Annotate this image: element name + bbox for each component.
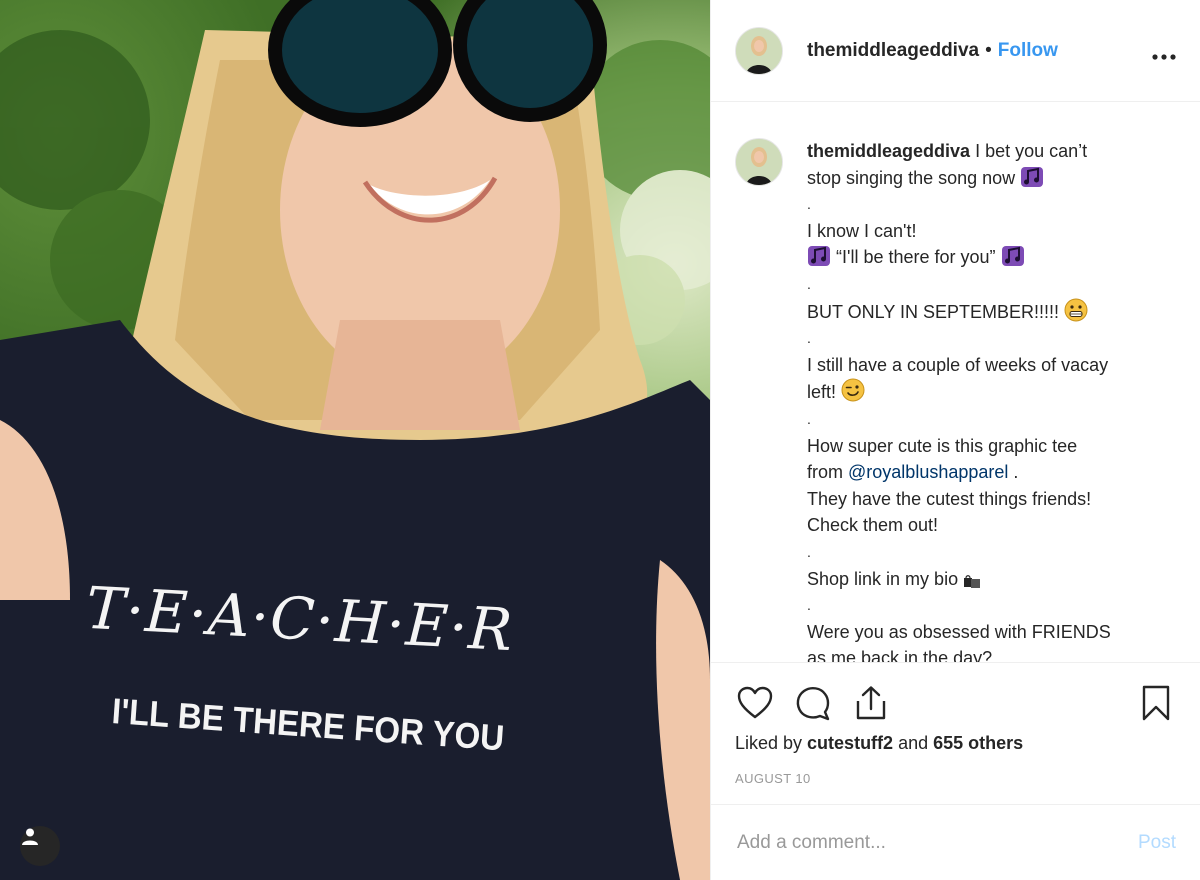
user-icon — [22, 828, 38, 845]
likes-count-link[interactable]: 655 others — [933, 733, 1023, 753]
follow-button[interactable]: Follow — [998, 40, 1058, 62]
caption-line: Shop link in my bio — [807, 568, 959, 589]
likes-and: and — [893, 733, 934, 753]
comments-list[interactable]: themiddleageddiva I bet you can’t stop s… — [711, 102, 1200, 662]
header-separator: • — [985, 39, 992, 61]
comment-form: Post — [711, 804, 1200, 880]
caption-line: . — [807, 330, 811, 347]
liked-by-user-link[interactable]: cutestuff2 — [807, 733, 893, 753]
caption-line: left! — [807, 382, 837, 403]
winking-face-icon — [841, 378, 865, 402]
caption-line: from — [807, 462, 849, 483]
post-actions: Liked by cutestuff2 and 655 others AUGUS… — [711, 662, 1200, 804]
more-options-button[interactable] — [1152, 38, 1176, 64]
caption-line: I still have a couple of weeks of vacay — [807, 354, 1109, 375]
caption-line: How super cute is this graphic tee — [807, 435, 1078, 456]
caption-line: BUT ONLY IN SEPTEMBER!!!!! — [807, 301, 1060, 322]
avatar-image — [736, 27, 782, 74]
bookmark-icon — [1142, 685, 1170, 721]
save-button[interactable] — [1136, 683, 1176, 723]
caption-line: . — [807, 196, 811, 213]
music-notes-icon — [1001, 246, 1024, 267]
likes-summary[interactable]: Liked by cutestuff2 and 655 others — [735, 733, 1023, 754]
caption-line: Check them out! — [807, 515, 939, 536]
heart-icon — [737, 686, 773, 719]
share-icon — [856, 686, 886, 720]
caption-line: . — [1008, 462, 1019, 483]
tagged-users-button[interactable] — [20, 826, 60, 866]
speech-bubble-icon — [796, 686, 830, 721]
shopping-bags-icon — [964, 574, 981, 588]
caption-line: as me back in the day? — [807, 648, 993, 662]
caption-line: Were you as obsessed with FRIENDS — [807, 621, 1111, 642]
caption-line: stop singing the song now — [807, 167, 1016, 188]
comment-button[interactable] — [793, 683, 833, 723]
action-icons — [735, 683, 1176, 723]
caption-line: I know I can't! — [807, 220, 917, 241]
avatar-image — [736, 139, 782, 185]
caption-line: . — [807, 410, 811, 427]
caption-line: They have the cutest things friends! — [807, 488, 1092, 509]
like-button[interactable] — [735, 683, 775, 723]
music-notes-icon — [1021, 166, 1044, 187]
grimacing-face-icon — [1064, 298, 1088, 322]
caption-line: . — [807, 597, 811, 614]
post-header: themiddleageddiva • Follow — [711, 0, 1200, 102]
post-comment-button[interactable]: Post — [1138, 832, 1176, 854]
caption-username[interactable]: themiddleageddiva — [807, 141, 970, 161]
post-photo[interactable]: T·E·A·C·H·E·R I'LL BE THERE FOR YOU — [0, 0, 710, 880]
likes-prefix: Liked by — [735, 733, 808, 753]
ellipsis-icon — [1152, 53, 1176, 60]
avatar[interactable] — [735, 26, 783, 75]
music-notes-icon — [808, 246, 830, 267]
mention-link[interactable]: @royalblushapparel — [848, 462, 1008, 482]
caption-line: . — [807, 543, 811, 560]
caption-line: . — [807, 275, 811, 292]
comment-input[interactable] — [735, 830, 1138, 855]
share-button[interactable] — [851, 683, 891, 723]
caption-line: I bet you can’t — [975, 141, 1088, 161]
caption-line: “I'll be there for you” — [836, 247, 996, 268]
post-sidebar: themiddleageddiva • Follow themiddleaged… — [710, 0, 1200, 880]
caption-text: themiddleageddiva I bet you can’t stop s… — [807, 138, 1176, 662]
header-username[interactable]: themiddleageddiva — [807, 40, 979, 62]
caption-avatar[interactable] — [735, 138, 783, 186]
caption-comment: themiddleageddiva I bet you can’t stop s… — [711, 102, 1200, 662]
post-date[interactable]: AUGUST 10 — [735, 771, 811, 786]
